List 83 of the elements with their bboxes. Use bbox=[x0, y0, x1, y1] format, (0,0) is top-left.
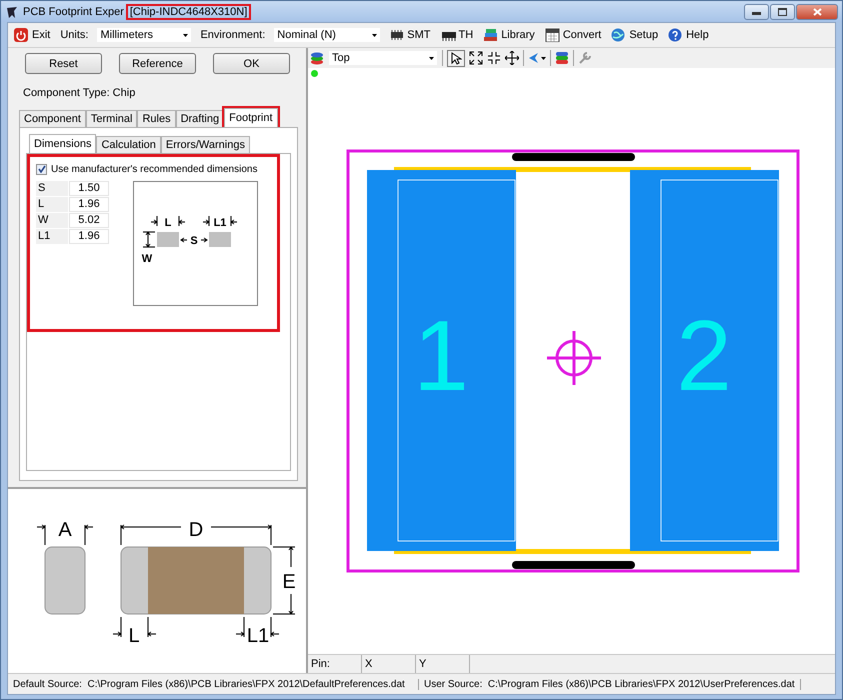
dimension-arrow bbox=[202, 216, 238, 226]
layers-icon bbox=[310, 51, 324, 65]
dimension-label: L1 bbox=[246, 624, 270, 646]
dimension-label: L bbox=[128, 624, 140, 646]
pad-number: 2 bbox=[676, 300, 732, 412]
toolbar-button[interactable]: Setup bbox=[609, 27, 660, 43]
toolbar-label: Environment: bbox=[199, 29, 266, 41]
caret-icon bbox=[429, 56, 434, 60]
parameter-value-field[interactable]: 1.96 bbox=[69, 197, 109, 212]
dimension-arrow bbox=[150, 216, 186, 226]
dropdown[interactable]: Nominal (N) bbox=[273, 27, 382, 43]
window-title: PCB Footprint Exper bbox=[23, 6, 124, 18]
tab[interactable]: Errors/Warnings bbox=[160, 136, 250, 153]
layer-dropdown[interactable]: Top bbox=[328, 50, 438, 66]
toolbar-button[interactable]: Help bbox=[666, 27, 711, 43]
check-icon bbox=[38, 165, 46, 173]
parameter-value-field[interactable]: 1.50 bbox=[69, 181, 109, 196]
dimension-label: S bbox=[190, 235, 198, 247]
checkbox[interactable] bbox=[36, 164, 47, 174]
globe-icon bbox=[611, 28, 626, 42]
pad-number: 1 bbox=[413, 300, 469, 412]
toolbar-button[interactable]: Library bbox=[481, 27, 537, 43]
app-icon bbox=[5, 4, 19, 18]
close-icon bbox=[812, 8, 822, 16]
tab[interactable]: Rules bbox=[137, 110, 176, 127]
move-icon[interactable] bbox=[505, 51, 519, 65]
pointer-icon bbox=[450, 52, 462, 64]
close-button[interactable] bbox=[796, 4, 838, 20]
tab[interactable]: Calculation bbox=[96, 136, 161, 153]
layer-stack-icon[interactable] bbox=[555, 51, 569, 65]
toolbar-button[interactable]: Exit bbox=[12, 27, 52, 43]
dimension-arrow bbox=[36, 524, 94, 545]
maximize-button[interactable] bbox=[770, 4, 795, 20]
component-type-text: Component Type: Chip bbox=[22, 86, 136, 101]
checkbox-label: Use manufacturer's recommended dimensions bbox=[51, 164, 258, 174]
parameter-name: S bbox=[36, 181, 68, 196]
minimize-button[interactable] bbox=[744, 4, 769, 20]
dropdown[interactable]: Millimeters bbox=[96, 27, 192, 43]
tab[interactable]: Footprint bbox=[224, 108, 278, 127]
toolbar-button[interactable]: Convert bbox=[542, 27, 604, 43]
document-name: [Chip-INDC4648X310N] bbox=[128, 6, 250, 18]
dimension-label: D bbox=[188, 518, 204, 540]
toolbar-button[interactable]: SMT bbox=[387, 27, 433, 43]
tab[interactable]: Drafting bbox=[176, 110, 224, 127]
power-icon bbox=[14, 28, 29, 42]
status-text: User Source: C:\Program Files (x86)\PCB Libraries\FPX 2012\UserPreferences.dat bbox=[419, 678, 801, 690]
tab[interactable]: Terminal bbox=[86, 110, 138, 127]
dimension-label: L1 bbox=[214, 217, 226, 229]
tab[interactable]: Component bbox=[19, 110, 86, 127]
status-dot bbox=[311, 70, 318, 77]
tab[interactable]: Dimensions bbox=[29, 134, 96, 153]
zoom-in-icon[interactable] bbox=[487, 51, 501, 65]
dimension-label: L bbox=[164, 217, 172, 229]
parameter-value-field[interactable]: 5.02 bbox=[69, 213, 109, 228]
chip-end-view bbox=[44, 546, 86, 614]
caret-icon bbox=[372, 34, 378, 36]
caret-icon bbox=[183, 34, 188, 36]
toolbar-label: Units: bbox=[59, 29, 90, 41]
pad-shape bbox=[157, 232, 179, 247]
parameter-value-field[interactable]: 1.96 bbox=[69, 229, 109, 244]
dimension-label: A bbox=[58, 518, 72, 540]
push-button[interactable]: Reference bbox=[119, 53, 196, 74]
parameter-name: L bbox=[36, 197, 68, 212]
push-button[interactable]: OK bbox=[213, 53, 290, 74]
dimension-arrow bbox=[142, 231, 156, 248]
dimension-label: W bbox=[142, 253, 152, 265]
maximize-icon bbox=[778, 8, 787, 16]
help-icon bbox=[668, 28, 684, 42]
pad-shape bbox=[209, 232, 231, 247]
chip-icon bbox=[389, 28, 404, 42]
zoom-extents-icon[interactable] bbox=[469, 51, 483, 65]
arrowhead-icon[interactable] bbox=[528, 52, 546, 64]
push-button[interactable]: Reset bbox=[25, 53, 102, 74]
status-text: Default Source: C:\Program Files (x86)\PCB Libraries\FPX 2012\DefaultPreferences.dat bbox=[8, 678, 419, 690]
parameter-name: L1 bbox=[36, 229, 68, 244]
dimension-label: E bbox=[282, 570, 296, 592]
toolbar-button[interactable]: TH bbox=[438, 27, 476, 43]
books-icon bbox=[483, 28, 498, 42]
parameter-name: W bbox=[36, 213, 68, 228]
dimension-arrow bbox=[180, 238, 208, 242]
crosshair-icon bbox=[546, 330, 602, 386]
calendar-icon bbox=[544, 28, 560, 42]
pointer-tool[interactable] bbox=[447, 50, 465, 66]
